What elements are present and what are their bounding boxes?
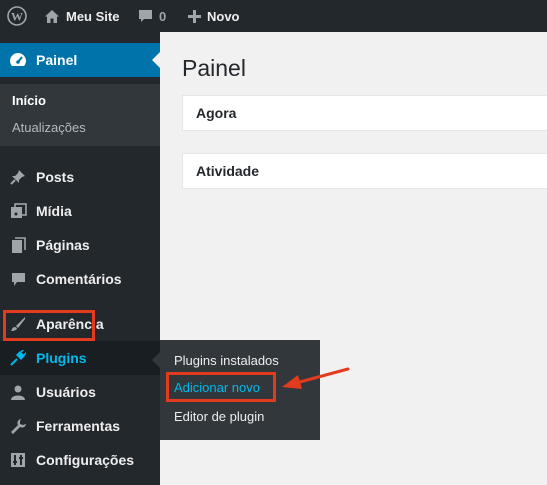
- admin-sidebar: Painel Início Atualizações Posts Mídia P…: [0, 32, 160, 485]
- sidebar-item-midia[interactable]: Mídia: [0, 194, 160, 228]
- new-content-label: Novo: [207, 8, 240, 24]
- sidebar-item-label: Comentários: [36, 271, 122, 287]
- pushpin-icon: [0, 169, 36, 185]
- sidebar-item-paginas[interactable]: Páginas: [0, 228, 160, 262]
- sidebar-item-label: Mídia: [36, 203, 72, 219]
- settings-icon: [0, 452, 36, 468]
- new-content-link[interactable]: Novo: [188, 0, 240, 32]
- sidebar-item-label: Páginas: [36, 237, 90, 253]
- sidebar-item-comentarios[interactable]: Comentários: [0, 262, 160, 296]
- plugins-highlight-box: [3, 310, 95, 341]
- sidebar-item-configuracoes[interactable]: Configurações: [0, 443, 160, 477]
- dashboard-gauge-icon: [0, 51, 36, 69]
- wordpress-logo-icon: W: [7, 6, 27, 26]
- sidebar-item-label: Configurações: [36, 452, 135, 468]
- svg-text:W: W: [11, 10, 23, 24]
- sidebar-item-ferramentas[interactable]: Ferramentas: [0, 409, 160, 443]
- wordpress-logo-button[interactable]: W: [0, 0, 34, 32]
- home-icon: [44, 9, 60, 24]
- comment-bubble-icon: [138, 9, 153, 23]
- sidebar-item-label: Painel: [36, 52, 78, 68]
- dashboard-submenu: Início Atualizações: [0, 84, 160, 146]
- sidebar-item-painel[interactable]: Painel: [0, 43, 160, 77]
- comments-icon: [0, 272, 36, 287]
- main-content: Painel Agora Atividade: [160, 32, 547, 485]
- sidebar-item-usuarios[interactable]: Usuários: [0, 375, 160, 409]
- postbox-agora[interactable]: Agora: [182, 95, 547, 131]
- wrench-icon: [0, 418, 36, 434]
- red-annotation-arrow-icon: [282, 367, 350, 389]
- sidebar-item-plugins[interactable]: Plugins: [0, 341, 160, 375]
- admin-bar: W Meu Site 0 Novo: [0, 0, 547, 32]
- sidebar-item-label: Plugins: [36, 350, 87, 366]
- current-menu-arrow: [152, 52, 160, 68]
- flyout-pointer: [152, 352, 160, 368]
- sidebar-item-label: Usuários: [36, 384, 96, 400]
- sidebar-item-label: Posts: [36, 169, 75, 185]
- postbox-atividade[interactable]: Atividade: [182, 153, 547, 189]
- plus-icon: [188, 9, 201, 23]
- pages-icon: [0, 236, 36, 254]
- page-title: Painel: [182, 55, 246, 81]
- user-icon: [0, 384, 36, 400]
- sidebar-item-posts[interactable]: Posts: [0, 160, 160, 194]
- comments-link[interactable]: 0: [138, 0, 166, 32]
- sidebar-item-label: Ferramentas: [36, 418, 121, 434]
- comments-count: 0: [159, 8, 167, 24]
- site-name-link[interactable]: Meu Site: [44, 0, 119, 32]
- submenu-atualizacoes[interactable]: Atualizações: [12, 120, 86, 135]
- postbox-title: Atividade: [196, 163, 260, 179]
- plugin-icon: [0, 350, 36, 366]
- site-name-label: Meu Site: [66, 8, 120, 24]
- postbox-title: Agora: [196, 105, 237, 121]
- media-icon: [0, 203, 36, 219]
- submenu-inicio[interactable]: Início: [12, 93, 46, 108]
